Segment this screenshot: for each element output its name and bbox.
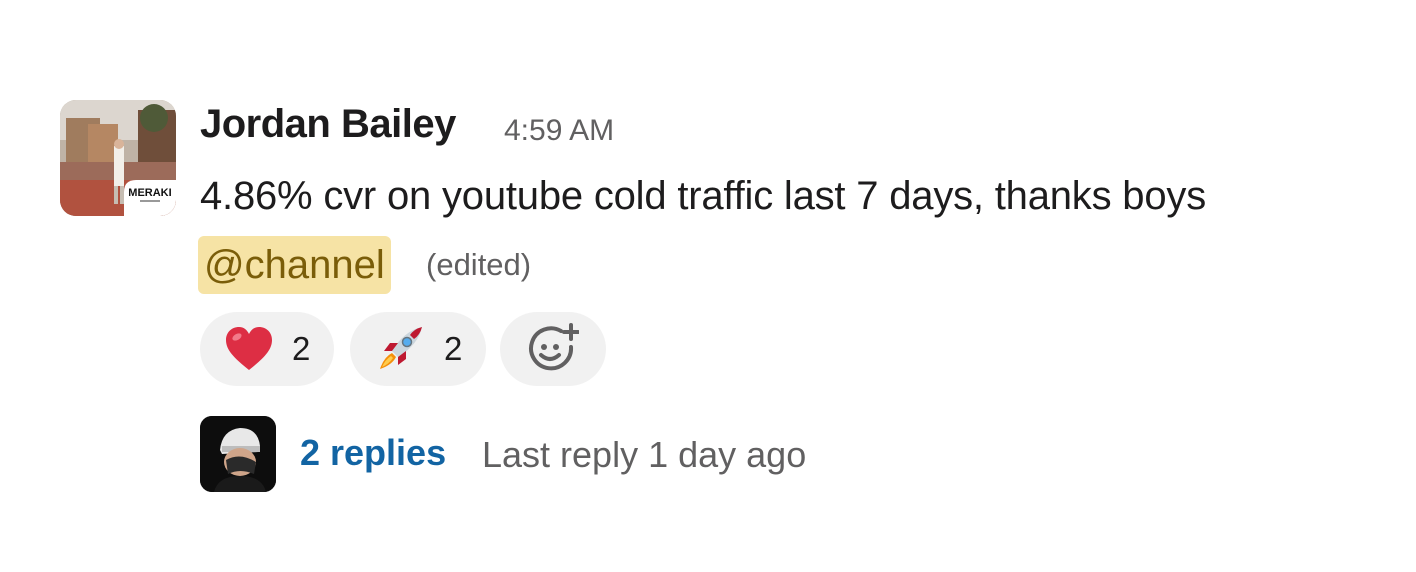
channel-mention[interactable]: @channel <box>198 236 391 294</box>
reply-avatar-photo <box>200 416 276 492</box>
message-text: 4.86% cvr on youtube cold traffic last 7… <box>200 174 1206 218</box>
thread-summary[interactable]: 2 replies Last reply 1 day ago <box>200 416 1000 492</box>
reaction-heart-count: 2 <box>292 330 311 367</box>
last-reply-time: Last reply 1 day ago <box>482 434 807 475</box>
avatar-photo: MERAKI <box>60 100 176 216</box>
add-reaction-icon <box>529 323 579 371</box>
author-name[interactable]: Jordan Bailey <box>200 102 456 147</box>
heart-icon <box>226 327 272 370</box>
message-timestamp[interactable]: 4:59 AM <box>504 114 614 148</box>
add-reaction-button[interactable] <box>500 312 606 386</box>
edited-label: (edited) <box>426 247 532 282</box>
avatar-badge-logo: MERAKI <box>128 187 171 199</box>
reaction-rocket[interactable]: 2 <box>350 312 486 386</box>
reaction-heart[interactable]: 2 <box>200 312 334 386</box>
message-item[interactable]: MERAKI Jordan Bailey 4:59 AM 4.86% cvr o… <box>60 100 1390 510</box>
reply-avatar[interactable] <box>200 416 276 492</box>
author-avatar[interactable]: MERAKI <box>60 100 176 216</box>
reaction-rocket-count: 2 <box>444 330 463 367</box>
reply-count-link[interactable]: 2 replies <box>300 432 446 474</box>
rocket-icon <box>380 327 422 369</box>
